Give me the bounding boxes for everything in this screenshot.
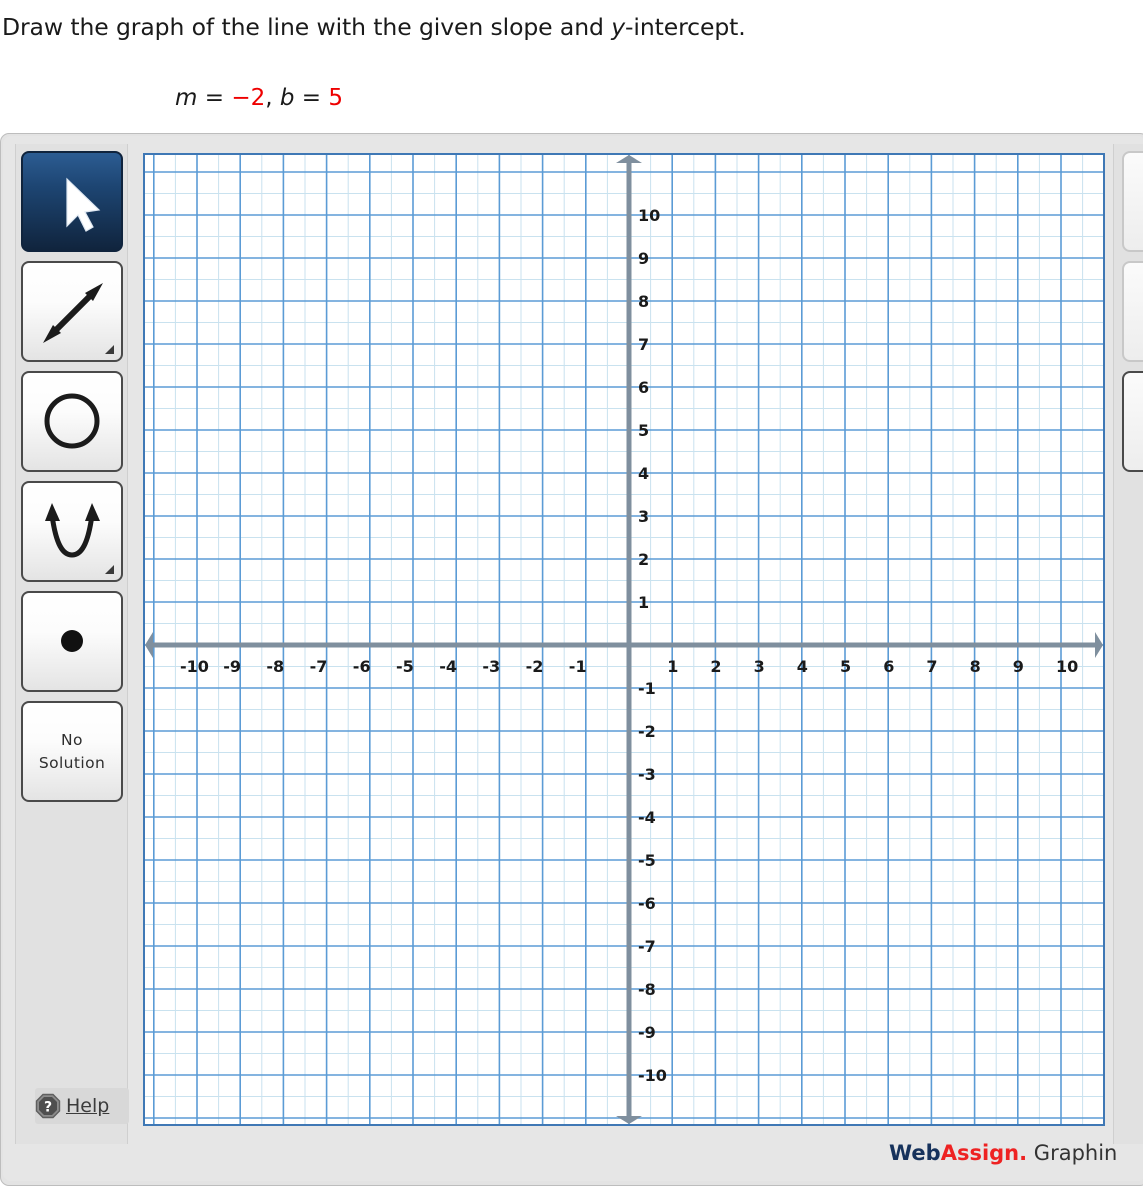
right-tool-3-button[interactable] [1122,371,1143,472]
y-tick-label: 1 [638,593,650,612]
intercept-value: 5 [328,85,343,111]
parabola-tool-submenu-icon[interactable] [105,565,114,574]
no-solution-label-line1: No [61,730,83,749]
parabola-tool-button[interactable] [21,481,123,582]
equation-comma: , [265,85,280,111]
grid-and-axes [145,155,1103,1124]
x-tick-label: 5 [840,657,852,676]
intercept-symbol: b [279,85,295,111]
webassign-branding: WebAssign. Graphin [889,1141,1117,1165]
y-tick-label: -7 [638,937,656,956]
equals-2: = [294,85,329,111]
y-tick-label: -5 [638,851,656,870]
x-tick-label: 9 [1012,657,1024,676]
y-tick-label: 6 [638,378,650,397]
y-tick-label: 3 [638,507,650,526]
x-tick-label: -6 [352,657,371,676]
major-gridlines [145,155,1103,1124]
right-toolbar [1113,144,1143,1144]
question-header: Draw the graph of the line with the give… [0,0,1143,133]
brand-product: Graphin [1027,1141,1118,1165]
x-tick-label: 10 [1056,657,1079,676]
question-equation: m = −2, b = 5 [175,85,343,111]
x-tick-label: -5 [396,657,414,676]
y-tick-label: 7 [638,335,650,354]
right-tool-1-button[interactable] [1122,151,1143,252]
question-prompt: Draw the graph of the line with the give… [2,13,746,41]
prompt-variable-y: y [611,13,626,41]
line-tool-button[interactable] [21,261,123,362]
pointer-icon [66,177,101,232]
y-tick-label: 2 [638,550,650,569]
x-tick-label: -2 [525,657,544,676]
x-tick-label: 2 [710,657,722,676]
x-tick-label: 7 [926,657,938,676]
x-tick-label: -3 [482,657,501,676]
slope-value: −2 [231,85,266,111]
line-tool-submenu-icon[interactable] [105,345,114,354]
x-tick-label: -7 [309,657,328,676]
point-dot-icon [61,630,83,652]
y-tick-label: -6 [638,894,656,913]
circle-icon [44,393,100,449]
y-tick-label: 8 [638,292,650,311]
help-label: Help [66,1095,110,1117]
help-button[interactable]: ? Help [35,1088,129,1124]
prompt-text-post: -intercept. [625,13,746,41]
svg-text:?: ? [44,1100,52,1116]
applet-inner-panel: No Solution ? Help -10 -9 -8 -7 -6 -5 -4 -3 -2 -1… [3,136,1143,1181]
y-tick-label: 9 [638,249,650,268]
y-tick-label: 10 [638,206,661,225]
x-tick-label: 4 [796,657,808,676]
question-mark-icon: ? [35,1093,61,1119]
graphing-tool-applet: No Solution ? Help -10 -9 -8 -7 -6 -5 -4 -3 -2 -1… [0,133,1143,1186]
x-tick-label: 1 [667,657,679,676]
x-tick-label: -9 [223,657,241,676]
right-tool-2-button[interactable] [1122,261,1143,362]
y-tick-label: -1 [638,679,656,698]
y-tick-label: -2 [638,722,656,741]
left-toolbar: No Solution ? Help [15,144,129,1144]
y-tick-label: -9 [638,1023,656,1042]
no-solution-label-line2: Solution [38,753,106,772]
x-tick-label: 6 [883,657,895,676]
brand-assign: Assign. [940,1141,1028,1165]
point-tool-button[interactable] [21,591,123,692]
pointer-tool-button[interactable] [21,151,123,252]
circle-tool-button[interactable] [21,371,123,472]
x-tick-label: -1 [568,657,587,676]
y-tick-label: 5 [638,421,650,440]
x-tick-label: 8 [969,657,981,676]
y-tick-label: -4 [638,808,656,827]
x-tick-label: -4 [439,657,457,676]
y-tick-label: -8 [638,980,656,999]
y-tick-label: -10 [638,1066,667,1085]
x-tick-label: -10 [180,657,209,676]
slope-symbol: m [175,85,198,111]
equals-1: = [197,85,232,111]
brand-web: Web [889,1141,941,1165]
x-tick-label: -8 [266,657,285,676]
no-solution-button[interactable]: No Solution [21,701,123,802]
x-tick-label: 3 [753,657,765,676]
prompt-text-pre: Draw the graph of the line with the give… [2,13,612,41]
y-tick-label: 4 [638,464,650,483]
y-tick-label: -3 [638,765,656,784]
coordinate-plane[interactable]: -10 -9 -8 -7 -6 -5 -4 -3 -2 -1 1 2 3 4 5 6 7 8 9 10 10 9 8 7 6 5 4… [143,153,1105,1126]
